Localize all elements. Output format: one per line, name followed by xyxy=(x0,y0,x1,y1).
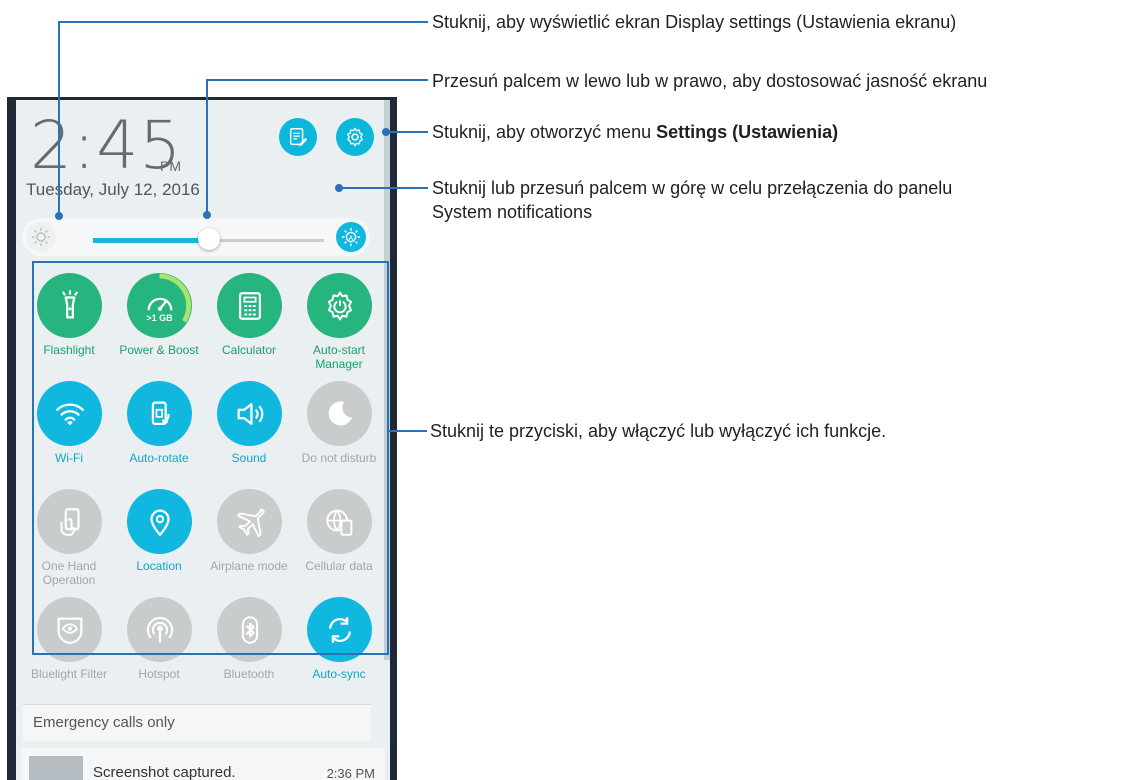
notification-title: Screenshot captured. xyxy=(93,764,236,780)
emergency-status-text: Emergency calls only xyxy=(33,714,175,731)
toggle-label: Hotspot xyxy=(138,667,180,681)
emergency-status: Emergency calls only xyxy=(23,704,371,741)
toggles-highlight-box xyxy=(32,261,389,655)
toggle-label: Bluetooth xyxy=(223,667,275,681)
screenshot-thumbnail xyxy=(29,756,83,780)
brightness-bar: A xyxy=(22,218,370,256)
callout-system-notifications-line2: System notifications xyxy=(432,202,593,222)
settings-button[interactable] xyxy=(336,118,374,156)
callout-settings: Stuknij, aby otworzyć menu Settings (Ust… xyxy=(432,120,838,144)
svg-text:A: A xyxy=(349,234,354,242)
callout-toggles: Stuknij te przyciski, aby włączyć lub wy… xyxy=(430,421,887,441)
settings-gear-icon xyxy=(347,127,363,147)
toggle-label: Auto-sync xyxy=(312,667,366,681)
callout-display-settings: Stuknij, aby wyświetlić ekran Display se… xyxy=(432,12,957,32)
callout-line xyxy=(58,21,428,23)
callout-line xyxy=(58,21,60,215)
callout-line xyxy=(206,79,428,81)
brightness-slider-thumb[interactable] xyxy=(197,228,220,250)
callout-line xyxy=(386,131,428,133)
callout-dot xyxy=(203,211,211,219)
callout-dot xyxy=(382,128,390,136)
clock-date: Tuesday, July 12, 2016 xyxy=(26,180,200,199)
toggle-label: Bluelight Filter xyxy=(30,667,108,681)
callout-settings-prefix: Stuknij, aby otworzyć menu xyxy=(432,122,657,142)
clock-time: 2:45 xyxy=(30,107,183,184)
auto-brightness-icon[interactable]: A xyxy=(336,222,366,252)
brightness-fill xyxy=(93,238,209,243)
notification-time: 2:36 PM xyxy=(326,766,375,780)
callout-line xyxy=(340,187,428,189)
callout-line xyxy=(206,79,208,215)
callout-dot xyxy=(335,184,343,192)
callout-system-notifications-line1: Stuknij lub przesuń palcem w górę w celu… xyxy=(432,178,953,198)
sun-low-icon[interactable] xyxy=(26,222,56,252)
edit-notes-icon xyxy=(289,128,308,147)
callout-brightness: Przesuń palcem w lewo lub w prawo, aby d… xyxy=(432,71,988,91)
callout-line xyxy=(387,430,427,432)
callout-dot xyxy=(55,212,63,220)
edit-notes-button[interactable] xyxy=(279,118,317,156)
clock-ampm: PM xyxy=(160,158,181,174)
notification-item[interactable]: Screenshot captured. 2:36 PM xyxy=(21,748,385,780)
callout-system-notifications: Stuknij lub przesuń palcem w górę w celu… xyxy=(432,176,952,224)
phone-frame: 2:45 PM Tuesday, July 12, 2016 A Flashli… xyxy=(7,97,397,780)
quick-settings-panel: 2:45 PM Tuesday, July 12, 2016 A Flashli… xyxy=(16,100,390,780)
callout-settings-bold: Settings (Ustawienia) xyxy=(656,122,839,142)
